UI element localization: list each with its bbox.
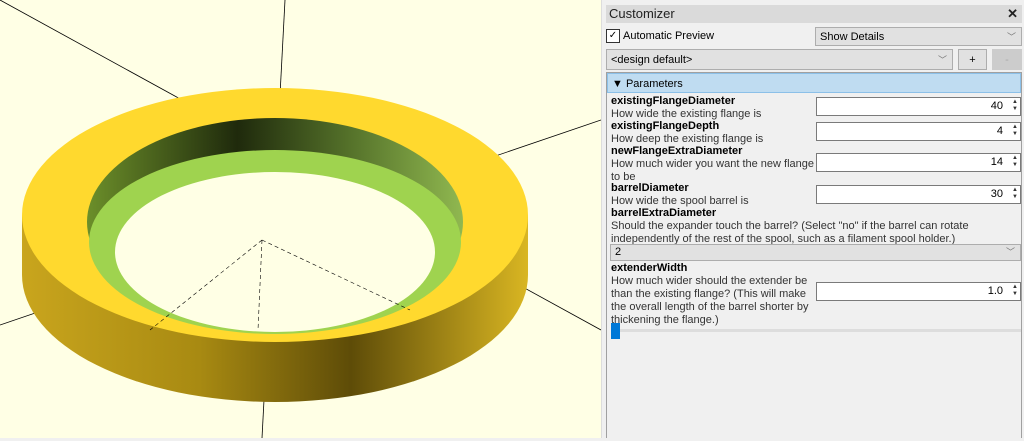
automatic-preview-checkbox[interactable]: ✓ [606, 29, 620, 43]
add-preset-button[interactable]: + [958, 49, 987, 70]
param-value: 40 [990, 100, 1003, 112]
extender-width-input[interactable]: 1.0 ▲ ▼ [816, 282, 1021, 301]
section-label: Parameters [625, 78, 683, 90]
chevron-down-icon: ﹀ [1006, 32, 1016, 42]
spin-arrows-icon[interactable]: ▲ ▼ [1012, 99, 1018, 113]
param-desc: Should the expander touch the barrel? (S… [611, 220, 969, 245]
spin-arrows-icon[interactable]: ▲ ▼ [1012, 187, 1018, 201]
chevron-down-icon: ﹀ [1005, 247, 1015, 257]
automatic-preview-label: Automatic Preview [623, 30, 715, 42]
param-value: 2 [615, 246, 622, 258]
param-name: newFlangeExtraDiameter [611, 145, 743, 157]
extender-width-slider[interactable] [611, 323, 1021, 339]
spin-arrows-icon[interactable]: ▲ ▼ [1012, 124, 1018, 138]
panel-title-bar: Customizer ✕ [606, 5, 1022, 23]
customizer-panel: Customizer ✕ ✓ Automatic Preview Show Det… [604, 0, 1024, 438]
param-desc: How much wider should the extender be th… [611, 275, 809, 326]
barrel-extra-diameter-select[interactable]: 2 ﹀ [610, 244, 1021, 261]
spin-arrows-icon[interactable]: ▲ ▼ [1012, 155, 1018, 169]
parameters-section-header[interactable]: ▼ Parameters [607, 73, 1021, 93]
param-name: barrelDiameter [611, 182, 689, 194]
param-value: 14 [990, 156, 1003, 168]
3d-viewport[interactable] [0, 0, 602, 439]
parameters-group: ▼ Parameters existingFlangeDiameter How … [606, 72, 1022, 438]
param-desc: How much wider you want the new flange t… [611, 158, 814, 183]
slider-thumb[interactable] [611, 323, 620, 339]
param-value: 1.0 [987, 285, 1003, 297]
details-select[interactable]: Show Details ﹀ [815, 27, 1022, 46]
param-value: 30 [990, 188, 1003, 200]
model-render [0, 0, 602, 439]
param-name: extenderWidth [611, 262, 688, 274]
existing-flange-diameter-input[interactable]: 40 ▲ ▼ [816, 97, 1021, 116]
param-name: existingFlangeDiameter [611, 95, 736, 107]
param-value: 4 [996, 125, 1003, 137]
remove-preset-button[interactable]: - [992, 49, 1022, 70]
chevron-down-icon: ﹀ [937, 55, 947, 65]
new-flange-extra-diameter-input[interactable]: 14 ▲ ▼ [816, 153, 1021, 172]
spin-arrows-icon[interactable]: ▲ ▼ [1012, 284, 1018, 298]
existing-flange-depth-input[interactable]: 4 ▲ ▼ [816, 122, 1021, 141]
collapse-triangle-icon: ▼ [612, 78, 623, 90]
preset-select[interactable]: <design default> ﹀ [606, 49, 953, 70]
param-name: barrelExtraDiameter [611, 207, 717, 219]
param-name: existingFlangeDepth [611, 120, 720, 132]
details-select-value: Show Details [820, 31, 885, 43]
preset-select-value: <design default> [611, 54, 693, 66]
barrel-diameter-input[interactable]: 30 ▲ ▼ [816, 185, 1021, 204]
close-icon[interactable]: ✕ [1007, 5, 1018, 23]
ring-hole [115, 172, 435, 332]
panel-title: Customizer [609, 6, 675, 21]
